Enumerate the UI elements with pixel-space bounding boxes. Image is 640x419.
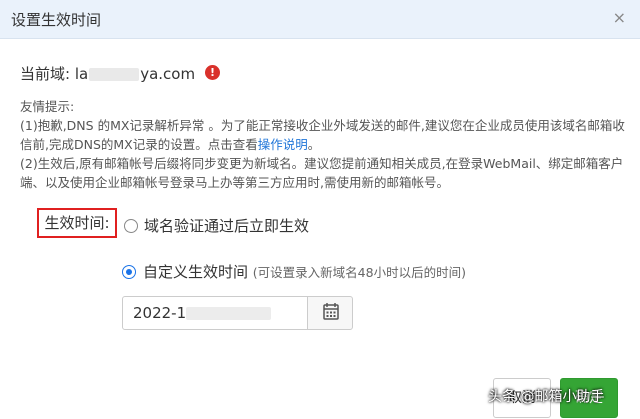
effective-time-label: 生效时间:	[37, 208, 117, 238]
friendly-tips: 友情提示: (1)抱歉,DNS 的MX记录解析异常 。为了能正常接收企业外域发送…	[20, 97, 625, 192]
option-custom-hint: (可设置录入新域名48小时以后的时间)	[252, 265, 466, 280]
date-input[interactable]: 2022-1	[122, 296, 308, 330]
set-effective-time-dialog: 设置生效时间 × 当前域: la ya.com ! 友情提示: (1)抱歉,DNS…	[0, 0, 640, 419]
operation-guide-link[interactable]: 操作说明	[258, 137, 308, 152]
current-domain-label: 当前域:	[20, 65, 71, 83]
option-custom-label: 自定义生效时间	[143, 263, 249, 281]
current-domain-row: 当前域: la ya.com	[20, 63, 195, 84]
tips-line-2: (2)生效后,原有邮箱帐号后缀将同步变更为新域名。建议您提前通知相关成员,在登录…	[20, 156, 624, 190]
current-domain-value-end: ya.com	[140, 65, 196, 83]
radio-custom[interactable]	[122, 265, 136, 279]
dialog-header: 设置生效时间 ×	[0, 0, 640, 39]
tips-heading: 友情提示:	[20, 99, 75, 114]
option-immediate-label[interactable]: 域名验证通过后立即生效	[144, 215, 309, 236]
tips-line-1-suffix: 。	[307, 137, 321, 152]
dialog-title: 设置生效时间	[11, 11, 102, 29]
watermark: 头条 @邮箱小助手	[488, 389, 605, 405]
current-domain-value-start: la	[74, 65, 89, 83]
tips-line-1-text: (1)抱歉,DNS 的MX记录解析异常 。为了能正常接收企业外域发送的邮件,建议…	[20, 118, 625, 152]
tips-line-1: (1)抱歉,DNS 的MX记录解析异常 。为了能正常接收企业外域发送的邮件,建议…	[20, 116, 625, 154]
calendar-icon	[323, 303, 339, 320]
radio-immediate[interactable]	[124, 219, 138, 233]
date-input-value: 2022-1	[133, 304, 187, 322]
redacted-blur	[89, 68, 140, 81]
redacted-blur	[186, 307, 272, 320]
close-icon[interactable]: ×	[613, 8, 626, 27]
warning-icon[interactable]: !	[205, 65, 220, 80]
option-custom-row[interactable]: 自定义生效时间 (可设置录入新域名48小时以后的时间)	[143, 261, 466, 282]
calendar-button[interactable]	[307, 296, 353, 330]
